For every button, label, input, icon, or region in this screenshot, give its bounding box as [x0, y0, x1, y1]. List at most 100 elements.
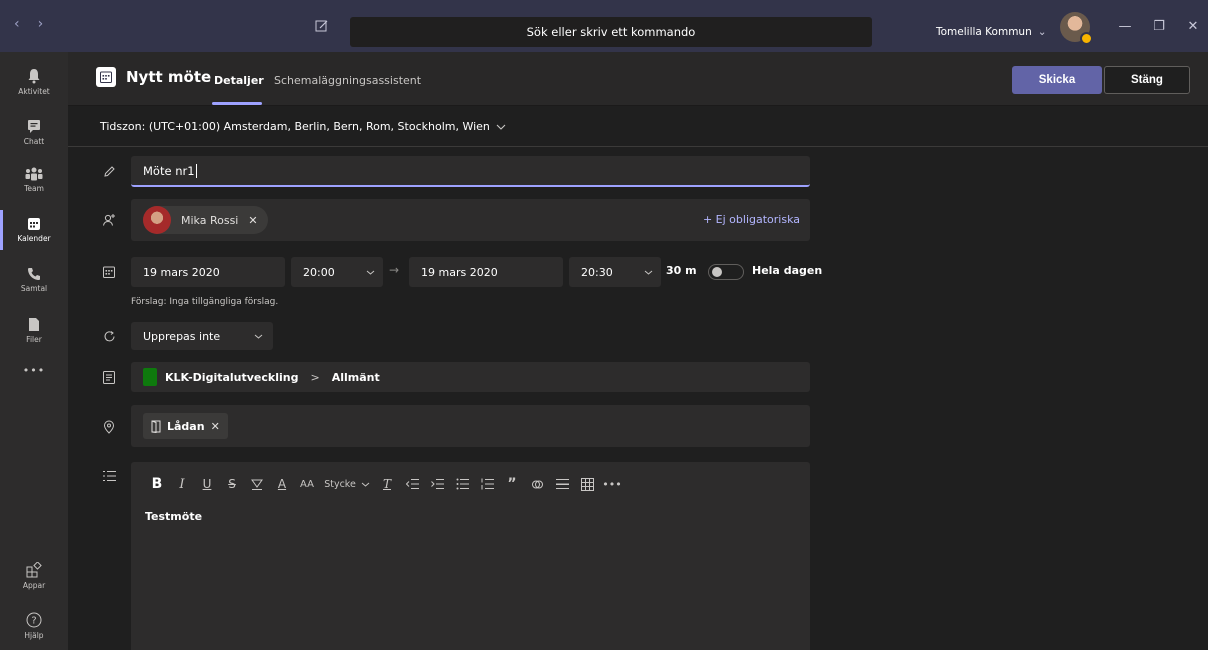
- rail-item-help[interactable]: ? Hjälp: [0, 602, 68, 650]
- chevron-down-icon: [254, 334, 263, 339]
- rail-item-chat[interactable]: Chatt: [0, 108, 68, 156]
- calendar-icon: [96, 67, 116, 87]
- title-bar: ‹ › Sök eller skriv ett kommando Tomelil…: [0, 0, 1208, 52]
- location-chip[interactable]: Lådan ✕: [143, 413, 228, 439]
- page-title: Nytt möte: [126, 68, 212, 86]
- forward-arrow-icon[interactable]: ›: [38, 16, 44, 32]
- remove-icon[interactable]: ✕: [248, 214, 257, 227]
- all-day-toggle[interactable]: [708, 264, 744, 280]
- tab-scheduling-assistant[interactable]: Schemaläggningsassistent: [274, 74, 421, 87]
- team-avatar: [143, 368, 157, 386]
- repeat-icon: [100, 327, 118, 345]
- maximize-icon[interactable]: ❐: [1142, 14, 1176, 38]
- highlight-icon[interactable]: [245, 474, 269, 494]
- meeting-title-input[interactable]: Möte nr1: [131, 156, 810, 187]
- quote-icon[interactable]: ”: [500, 474, 524, 494]
- channel-icon: [100, 368, 118, 386]
- more-options-icon[interactable]: •••: [600, 474, 624, 494]
- decrease-indent-icon[interactable]: [400, 474, 424, 494]
- chevron-down-icon: [366, 270, 375, 275]
- rail-more-button[interactable]: •••: [0, 352, 68, 388]
- timezone-selector[interactable]: Tidszon: (UTC+01:00) Amsterdam, Berlin, …: [68, 107, 1208, 147]
- channel-name: Allmänt: [331, 370, 380, 384]
- bullet-list-icon[interactable]: [450, 474, 474, 494]
- paragraph-style-select[interactable]: Stycke: [320, 474, 374, 494]
- user-avatar[interactable]: [1060, 12, 1093, 45]
- font-color-icon[interactable]: A: [270, 474, 294, 494]
- rail-label: Hjälp: [24, 631, 44, 640]
- org-switcher[interactable]: Tomelilla Kommun ⌄: [936, 26, 1047, 38]
- org-name: Tomelilla Kommun: [936, 26, 1032, 38]
- rail-label: Appar: [22, 581, 46, 590]
- attendees-input[interactable]: Mika Rossi ✕ + Ej obligatoriska: [131, 199, 810, 241]
- window-controls: — ❐ ✕: [1108, 14, 1208, 38]
- rail-item-calendar[interactable]: Kalender: [0, 206, 68, 254]
- search-input[interactable]: Sök eller skriv ett kommando: [350, 17, 872, 47]
- chevron-down-icon: [361, 482, 370, 487]
- rail-item-activity[interactable]: Aktivitet: [0, 58, 68, 106]
- close-icon[interactable]: ✕: [1176, 14, 1208, 38]
- search-placeholder: Sök eller skriv ett kommando: [526, 25, 696, 39]
- horizontal-rule-icon[interactable]: [550, 474, 574, 494]
- format-toolbar: B I U S A AA Stycke T ” •••: [145, 474, 625, 494]
- channel-select[interactable]: KLK-Digitalutveckling > Allmänt: [131, 362, 810, 392]
- attendee-chip[interactable]: Mika Rossi ✕: [143, 206, 268, 234]
- history-nav: ‹ ›: [14, 16, 43, 32]
- file-icon: [29, 317, 39, 331]
- start-date-picker[interactable]: 19 mars 2020: [131, 257, 285, 287]
- rail-label: Kalender: [17, 234, 51, 243]
- repeat-value: Upprepas inte: [143, 329, 221, 343]
- start-date-value: 19 mars 2020: [143, 265, 220, 279]
- rail-label: Samtal: [20, 284, 48, 293]
- team-icon: [25, 167, 43, 181]
- send-button[interactable]: Skicka: [1012, 66, 1102, 94]
- chevron-down-icon: ⌄: [1037, 26, 1047, 38]
- strikethrough-icon[interactable]: S: [220, 474, 244, 494]
- meeting-header: Nytt möte Detaljer Schemaläggningsassist…: [68, 52, 1208, 106]
- phone-icon: [28, 268, 40, 280]
- rail-item-team[interactable]: Team: [0, 156, 68, 204]
- clear-format-icon[interactable]: T: [375, 474, 399, 494]
- table-icon[interactable]: [575, 474, 599, 494]
- remove-icon[interactable]: ✕: [211, 420, 220, 433]
- door-icon: [151, 420, 161, 433]
- attendee-name: Mika Rossi: [181, 213, 239, 227]
- end-time-select[interactable]: 20:30: [569, 257, 661, 287]
- rail-item-calls[interactable]: Samtal: [0, 256, 68, 304]
- more-icon: •••: [22, 363, 46, 377]
- description-text: Testmöte: [145, 510, 203, 523]
- start-time-select[interactable]: 20:00: [291, 257, 383, 287]
- font-size-icon[interactable]: AA: [295, 474, 319, 494]
- chevron-down-icon: [496, 124, 506, 130]
- help-icon: ?: [26, 612, 42, 628]
- add-optional-attendees-link[interactable]: + Ej obligatoriska: [703, 213, 800, 226]
- chat-icon: [28, 119, 40, 133]
- rail-label: Filer: [26, 334, 42, 344]
- end-date-picker[interactable]: 19 mars 2020: [409, 257, 563, 287]
- italic-icon[interactable]: I: [170, 474, 194, 494]
- rail-item-apps[interactable]: Appar: [0, 552, 68, 600]
- tab-details[interactable]: Detaljer: [214, 74, 264, 87]
- bold-icon[interactable]: B: [145, 474, 169, 494]
- rail-label: Chatt: [23, 136, 45, 146]
- minimize-icon[interactable]: —: [1108, 14, 1142, 38]
- active-tab-indicator: [212, 102, 262, 105]
- numbered-list-icon[interactable]: [475, 474, 499, 494]
- arrow-right-icon: →: [389, 263, 400, 277]
- location-input[interactable]: Lådan ✕: [131, 405, 810, 447]
- increase-indent-icon[interactable]: [425, 474, 449, 494]
- avatar: [143, 206, 171, 234]
- duration-label: 30 m: [666, 264, 697, 277]
- back-arrow-icon[interactable]: ‹: [14, 16, 20, 32]
- rail-item-files[interactable]: Filer: [0, 306, 68, 354]
- compose-icon[interactable]: [310, 14, 334, 38]
- underline-icon[interactable]: U: [195, 474, 219, 494]
- description-editor[interactable]: B I U S A AA Stycke T ” ••• Testmöte: [131, 462, 810, 650]
- link-icon[interactable]: [525, 474, 549, 494]
- repeat-select[interactable]: Upprepas inte: [131, 322, 273, 350]
- apps-icon: [26, 562, 42, 578]
- team-name: KLK-Digitalutveckling: [165, 370, 299, 384]
- svg-text:?: ?: [31, 616, 36, 627]
- calendar-icon: [28, 218, 40, 230]
- close-button[interactable]: Stäng: [1104, 66, 1190, 94]
